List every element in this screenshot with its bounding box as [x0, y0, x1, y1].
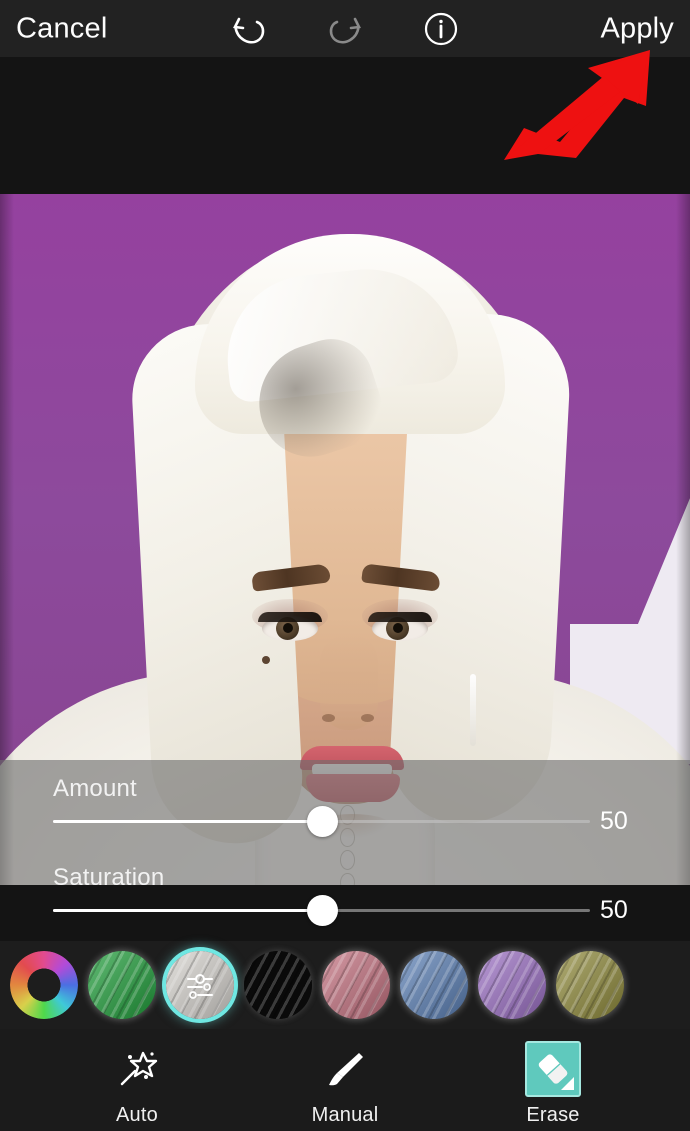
slider-track-fill — [53, 820, 322, 823]
brush-icon — [329, 1053, 363, 1086]
slider-amount-value: 50 — [600, 807, 628, 835]
swatch-hair-texture — [556, 951, 624, 1019]
tool-options-indicator-icon — [561, 1077, 574, 1090]
slider-saturation[interactable]: Saturation 50 — [0, 864, 690, 934]
bottom-toolbar: Auto Manual Erase — [0, 1029, 690, 1131]
slider-amount-thumb[interactable] — [306, 806, 338, 837]
tool-erase[interactable]: Erase — [493, 1041, 613, 1127]
redo-icon[interactable] — [323, 7, 367, 51]
magic-wand-icon — [120, 1051, 158, 1086]
slider-amount-label: Amount — [53, 775, 137, 802]
swatch-strand-overlay — [88, 951, 156, 1019]
color-wheel-icon — [10, 951, 78, 1019]
canvas-letterbox-top — [0, 57, 690, 194]
slider-saturation-thumb[interactable] — [306, 895, 338, 926]
swatch-strand-overlay — [400, 951, 468, 1019]
undo-icon[interactable] — [227, 7, 271, 51]
swatch-settings-sliders-icon[interactable] — [166, 951, 234, 1019]
color-swatch-row[interactable] — [0, 941, 690, 1029]
color-swatch-black[interactable] — [244, 951, 312, 1019]
color-swatch-custom-color-wheel[interactable] — [10, 951, 78, 1019]
slider-saturation-label: Saturation — [53, 864, 165, 891]
tool-auto[interactable]: Auto — [77, 1041, 197, 1127]
hair-color-editor-screen: Cancel Apply Amount 50 Saturation 50 Aut… — [0, 0, 690, 1131]
info-icon[interactable] — [419, 7, 463, 51]
color-swatch-olive[interactable] — [556, 951, 624, 1019]
topbar-icon-group — [0, 0, 690, 57]
swatch-hair-texture — [478, 951, 546, 1019]
tool-manual[interactable]: Manual — [285, 1041, 405, 1127]
magic-wand-icon-box[interactable] — [109, 1041, 165, 1097]
tool-erase-label: Erase — [526, 1104, 580, 1126]
slider-saturation-track[interactable] — [53, 895, 590, 926]
slider-saturation-value: 50 — [600, 896, 628, 924]
color-swatch-pink[interactable] — [322, 951, 390, 1019]
brush-icon-box[interactable] — [317, 1041, 373, 1097]
slider-amount[interactable]: Amount 50 — [0, 775, 690, 845]
color-swatch-purple[interactable] — [478, 951, 546, 1019]
color-swatch-blue[interactable] — [400, 951, 468, 1019]
slider-amount-track[interactable] — [53, 806, 590, 837]
swatch-strand-overlay — [244, 951, 312, 1019]
tool-manual-label: Manual — [311, 1104, 379, 1126]
top-toolbar: Cancel Apply — [0, 0, 690, 57]
apply-button[interactable]: Apply — [600, 12, 674, 45]
color-swatch-green[interactable] — [88, 951, 156, 1019]
swatch-hair-texture — [400, 951, 468, 1019]
swatch-hair-texture — [88, 951, 156, 1019]
swatch-hair-texture — [322, 951, 390, 1019]
swatch-hair-texture — [244, 951, 312, 1019]
eraser-icon-box[interactable] — [525, 1041, 581, 1097]
color-swatch-silver[interactable] — [166, 951, 234, 1019]
swatch-strand-overlay — [322, 951, 390, 1019]
slider-track-fill — [53, 909, 322, 912]
tool-auto-label: Auto — [116, 1104, 158, 1126]
swatch-strand-overlay — [478, 951, 546, 1019]
swatch-strand-overlay — [556, 951, 624, 1019]
